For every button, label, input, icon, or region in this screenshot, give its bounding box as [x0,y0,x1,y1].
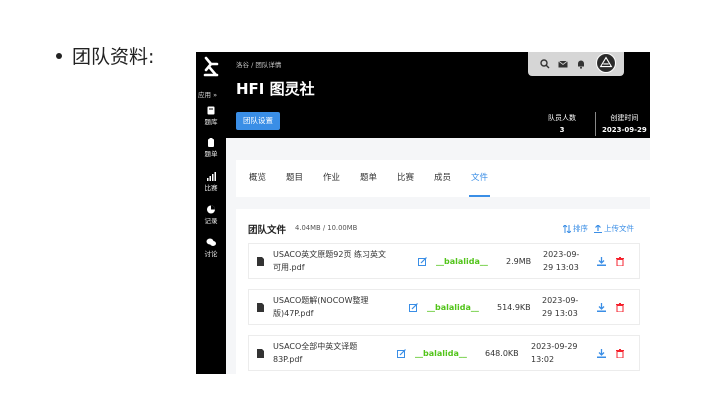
delete-icon[interactable] [616,303,624,312]
edit-icon[interactable] [397,349,406,358]
sidebar-item-problem-lists[interactable]: 题单 [196,138,226,158]
sidebar-item-label: 记录 [204,217,218,225]
avatar[interactable] [596,53,616,73]
tab-contests[interactable]: 比赛 [397,160,414,197]
tab-bar: 概览 题目 作业 题单 比赛 成员 文件 [236,160,650,197]
team-files-panel: 团队文件 4.04MB / 10.00MB 排序 上传文件 USACO英文原题9… [236,209,650,374]
uploader-link[interactable]: __balalida__ [427,303,479,312]
bell-icon[interactable] [576,59,586,69]
embedded-screenshot: 应用 » 题库 题单 比赛 记录 讨论 洛谷 / 团队详情 HFI 图灵社 团队… [196,52,650,374]
file-name[interactable]: USACO全部中英文译题 83P.pdf [273,341,357,366]
file-icon [257,257,264,266]
sidebar-item-discuss[interactable]: 讨论 [196,238,226,258]
panel-actions: 排序 上传文件 [563,223,634,234]
file-icon [257,349,264,358]
delete-icon[interactable] [616,257,624,266]
slide-bullet-text: 团队资料: [72,46,155,68]
file-row: USACO全部中英文译题 83P.pdf __balalida__ 648.0K… [248,335,640,371]
sort-icon [563,224,571,233]
page-title: HFI 图灵社 [236,80,315,98]
download-icon[interactable] [597,303,606,312]
edit-icon[interactable] [418,257,427,266]
sidebar-item-label: 讨论 [204,250,218,258]
file-date: 2023-09- 29 13:03 [543,250,580,272]
tab-overview[interactable]: 概览 [249,160,266,197]
file-date: 2023-09-29 13:02 [531,342,578,364]
bullet-dot [56,52,62,59]
sort-label: 排序 [573,224,588,233]
sidebar: 应用 » 题库 题单 比赛 记录 讨论 [196,52,226,374]
sort-button[interactable]: 排序 [563,223,588,234]
team-settings-button[interactable]: 团队设置 [236,112,280,130]
tab-homework[interactable]: 作业 [323,160,340,197]
file-size: 648.0KB [485,349,519,358]
tab-members[interactable]: 成员 [434,160,451,197]
logo-icon [203,56,219,77]
stat-member-count: 队员人数 3 [548,113,576,134]
download-icon[interactable] [597,257,606,266]
stat-value: 2023-09-29 [602,126,647,134]
file-date: 2023-09- 29 13:03 [542,296,579,318]
sidebar-item-label: 题库 [204,118,218,126]
sidebar-item-records[interactable]: 记录 [196,205,226,225]
search-icon[interactable] [540,59,550,69]
sidebar-item-problems[interactable]: 题库 [196,106,226,126]
tab-problems[interactable]: 题目 [286,160,303,197]
file-row: USACO题解(NOCOW整理 版)47P.pdf __balalida__ 5… [248,289,640,325]
sidebar-item-label: 比赛 [204,184,218,192]
team-header: 洛谷 / 团队详情 HFI 图灵社 团队设置 队员人数 3 创建时间 2023-… [226,52,650,138]
apps-toggle[interactable]: 应用 » [198,89,217,99]
file-name[interactable]: USACO英文原题92页 练习英文 可用.pdf [273,249,386,274]
file-size: 514.9KB [497,303,531,312]
uploader-link[interactable]: __balalida__ [415,349,467,358]
book-icon [207,106,215,115]
sidebar-item-contests[interactable]: 比赛 [196,172,226,192]
file-name[interactable]: USACO题解(NOCOW整理 版)47P.pdf [273,295,369,320]
upload-button[interactable]: 上传文件 [594,223,634,234]
stat-label: 队员人数 [548,114,576,122]
stat-created-date: 创建时间 2023-09-29 [602,113,647,134]
breadcrumb[interactable]: 洛谷 / 团队详情 [236,59,281,69]
top-toolbar [528,52,624,76]
tab-problem-lists[interactable]: 题单 [360,160,377,197]
edit-icon[interactable] [409,303,418,312]
mail-icon[interactable] [558,59,568,69]
sidebar-item-label: 题单 [204,150,218,158]
pie-chart-icon [207,205,215,214]
download-icon[interactable] [597,349,606,358]
upload-icon [594,224,602,233]
panel-title: 团队文件 [248,225,287,236]
file-row: USACO英文原题92页 练习英文 可用.pdf __balalida__ 2.… [248,243,640,279]
stat-value: 3 [559,126,565,134]
delete-icon[interactable] [616,349,624,358]
stat-label: 创建时间 [610,114,639,122]
bar-chart-icon [207,172,216,181]
tab-files[interactable]: 文件 [468,160,491,197]
chat-icon [206,238,216,246]
storage-usage: 4.04MB / 10.00MB [295,224,358,232]
clipboard-icon [208,138,214,147]
slide-bullet: 团队资料: [56,42,154,69]
uploader-link[interactable]: __balalida__ [436,257,488,266]
upload-label: 上传文件 [604,224,634,233]
stat-divider [595,112,596,136]
file-size: 2.9MB [506,257,532,266]
file-icon [257,303,264,312]
